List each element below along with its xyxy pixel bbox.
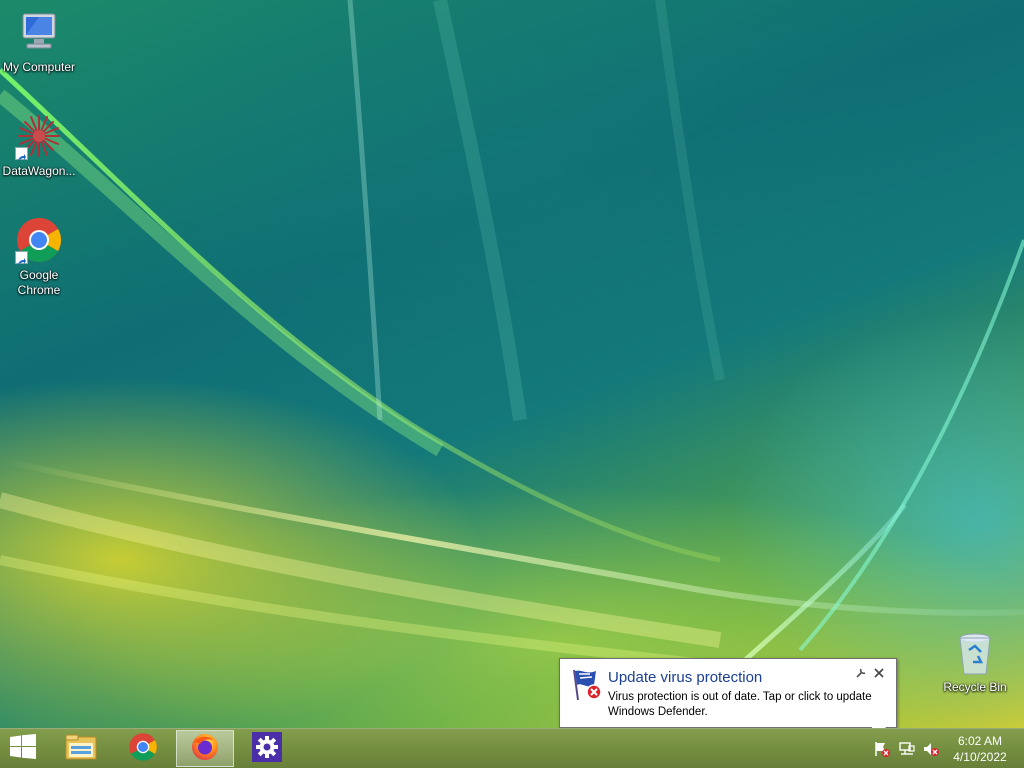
start-button[interactable] xyxy=(6,734,40,764)
computer-icon xyxy=(15,8,63,56)
desktop[interactable]: My Computer DataWagon... Google Chrome R… xyxy=(0,0,1024,728)
datawagon-icon xyxy=(15,112,63,161)
clock-date: 4/10/2022 xyxy=(953,750,1007,764)
file-explorer-icon xyxy=(65,733,97,765)
desktop-icon-label: My Computer xyxy=(2,60,76,74)
taskbar-clock[interactable]: 6:02 AM 4/10/2022 xyxy=(940,733,1020,765)
notification-title: Update virus protection xyxy=(608,669,763,686)
taskbar: 6:02 AM 4/10/2022 xyxy=(0,728,1024,768)
notification-message[interactable]: Virus protection is out of date. Tap or … xyxy=(608,690,893,720)
taskbar-google-chrome[interactable] xyxy=(114,730,172,767)
desktop-icon-recycle-bin[interactable]: Recycle Bin xyxy=(936,630,1014,695)
shortcut-arrow-icon xyxy=(15,251,28,265)
taskbar-firefox[interactable] xyxy=(176,730,234,767)
taskbar-file-explorer[interactable] xyxy=(52,730,110,767)
desktop-icon-datawagon[interactable]: DataWagon... xyxy=(0,112,78,179)
clock-time: 6:02 AM xyxy=(957,734,1003,748)
action-center-alert-icon[interactable] xyxy=(873,741,891,757)
desktop-icon-google-chrome[interactable]: Google Chrome xyxy=(0,216,78,298)
shortcut-arrow-icon xyxy=(15,147,28,161)
settings-gear-icon xyxy=(252,731,282,766)
recycle-bin-icon xyxy=(951,630,999,678)
wrench-icon[interactable] xyxy=(854,667,868,681)
desktop-icon-label: Recycle Bin xyxy=(943,680,1007,694)
chrome-icon xyxy=(128,732,158,766)
chrome-icon xyxy=(15,216,63,265)
desktop-icon-label: DataWagon... xyxy=(2,164,76,178)
firefox-icon xyxy=(190,732,220,766)
notification-balloon[interactable]: Update virus protection Virus protection… xyxy=(559,658,897,728)
network-icon[interactable] xyxy=(898,741,916,757)
desktop-icon-label: Google Chrome xyxy=(17,268,61,297)
taskbar-settings[interactable] xyxy=(238,730,296,767)
close-icon[interactable] xyxy=(872,667,886,681)
volume-muted-icon[interactable] xyxy=(922,741,940,757)
desktop-icon-my-computer[interactable]: My Computer xyxy=(0,8,78,75)
defender-flag-icon xyxy=(570,668,604,702)
wallpaper-streaks xyxy=(0,0,1024,702)
windows-logo-icon xyxy=(9,734,37,764)
